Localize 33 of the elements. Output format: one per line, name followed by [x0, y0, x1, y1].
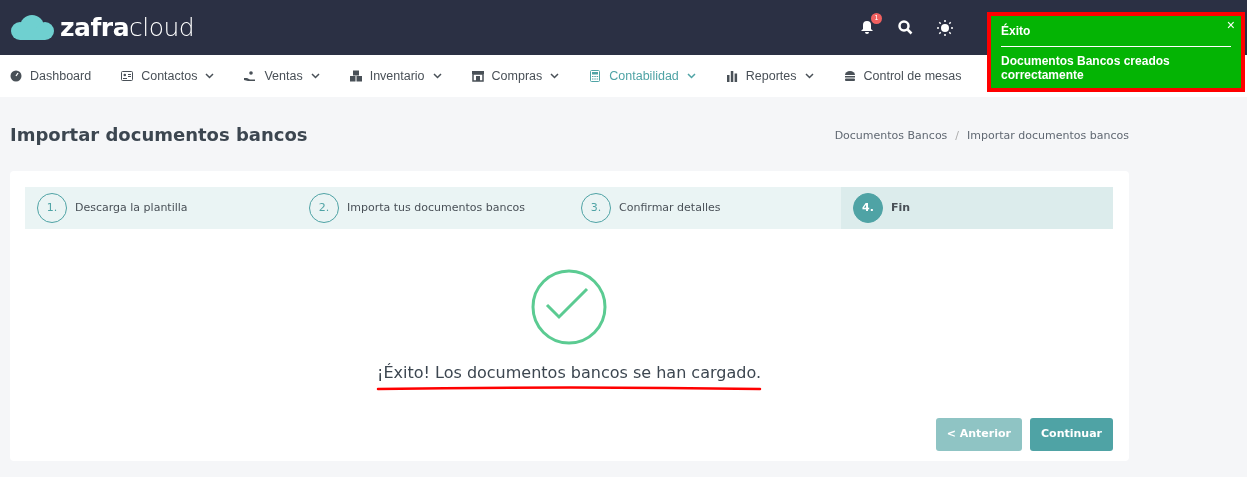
store-icon: [471, 70, 484, 82]
logo-text: cloud: [129, 11, 195, 44]
nav-menu-item[interactable]: Compras: [471, 66, 590, 86]
success-check-icon: [531, 269, 607, 345]
nav-menu-item[interactable]: Inventario: [349, 66, 472, 86]
bar-chart-icon: [725, 70, 738, 82]
page-title: Importar documentos bancos: [10, 123, 308, 147]
toast-title: Éxito: [1001, 22, 1032, 40]
dashboard-gauge-icon: [10, 70, 22, 82]
boxes-icon: [349, 70, 362, 82]
nav-menu-item[interactable]: Ventas: [244, 66, 350, 86]
breadcrumb-link[interactable]: Importar documentos bancos: [967, 128, 1129, 145]
wizard-step-tab[interactable]: 2. Importa tus documentos bancos: [297, 187, 569, 229]
sun-icon[interactable]: [937, 19, 953, 36]
wizard-step-tab[interactable]: 1. Descarga la plantilla: [25, 187, 297, 229]
nav-menu-item[interactable]: Control de mesas: [843, 66, 992, 86]
breadcrumb-link[interactable]: Documentos Bancos: [834, 128, 948, 145]
notification-bell-icon[interactable]: [860, 20, 874, 35]
cloud-logo-icon: [10, 14, 56, 41]
breadcrumb-separator: /: [955, 128, 960, 144]
success-message: ¡Éxito! Los documentos bancos se han cargado.: [377, 362, 761, 384]
search-icon[interactable]: [898, 20, 913, 35]
wizard-step-tab[interactable]: 4. Fin: [841, 187, 1113, 229]
logo-text: zafra: [60, 11, 129, 44]
burger-icon: [843, 70, 856, 82]
wizard-step-tab[interactable]: 3. Confirmar detalles: [569, 187, 841, 229]
nav-menu-item[interactable]: Reportes: [725, 66, 844, 86]
toast-message: Documentos Bancos creados correctamente: [1001, 54, 1171, 83]
hand-coin-icon: [244, 70, 257, 82]
calculator-icon: [589, 70, 602, 82]
nav-menu-item[interactable]: Contactos: [121, 66, 245, 86]
contact-card-icon: [121, 70, 134, 82]
nav-menu-item[interactable]: Dashboard: [10, 66, 122, 86]
